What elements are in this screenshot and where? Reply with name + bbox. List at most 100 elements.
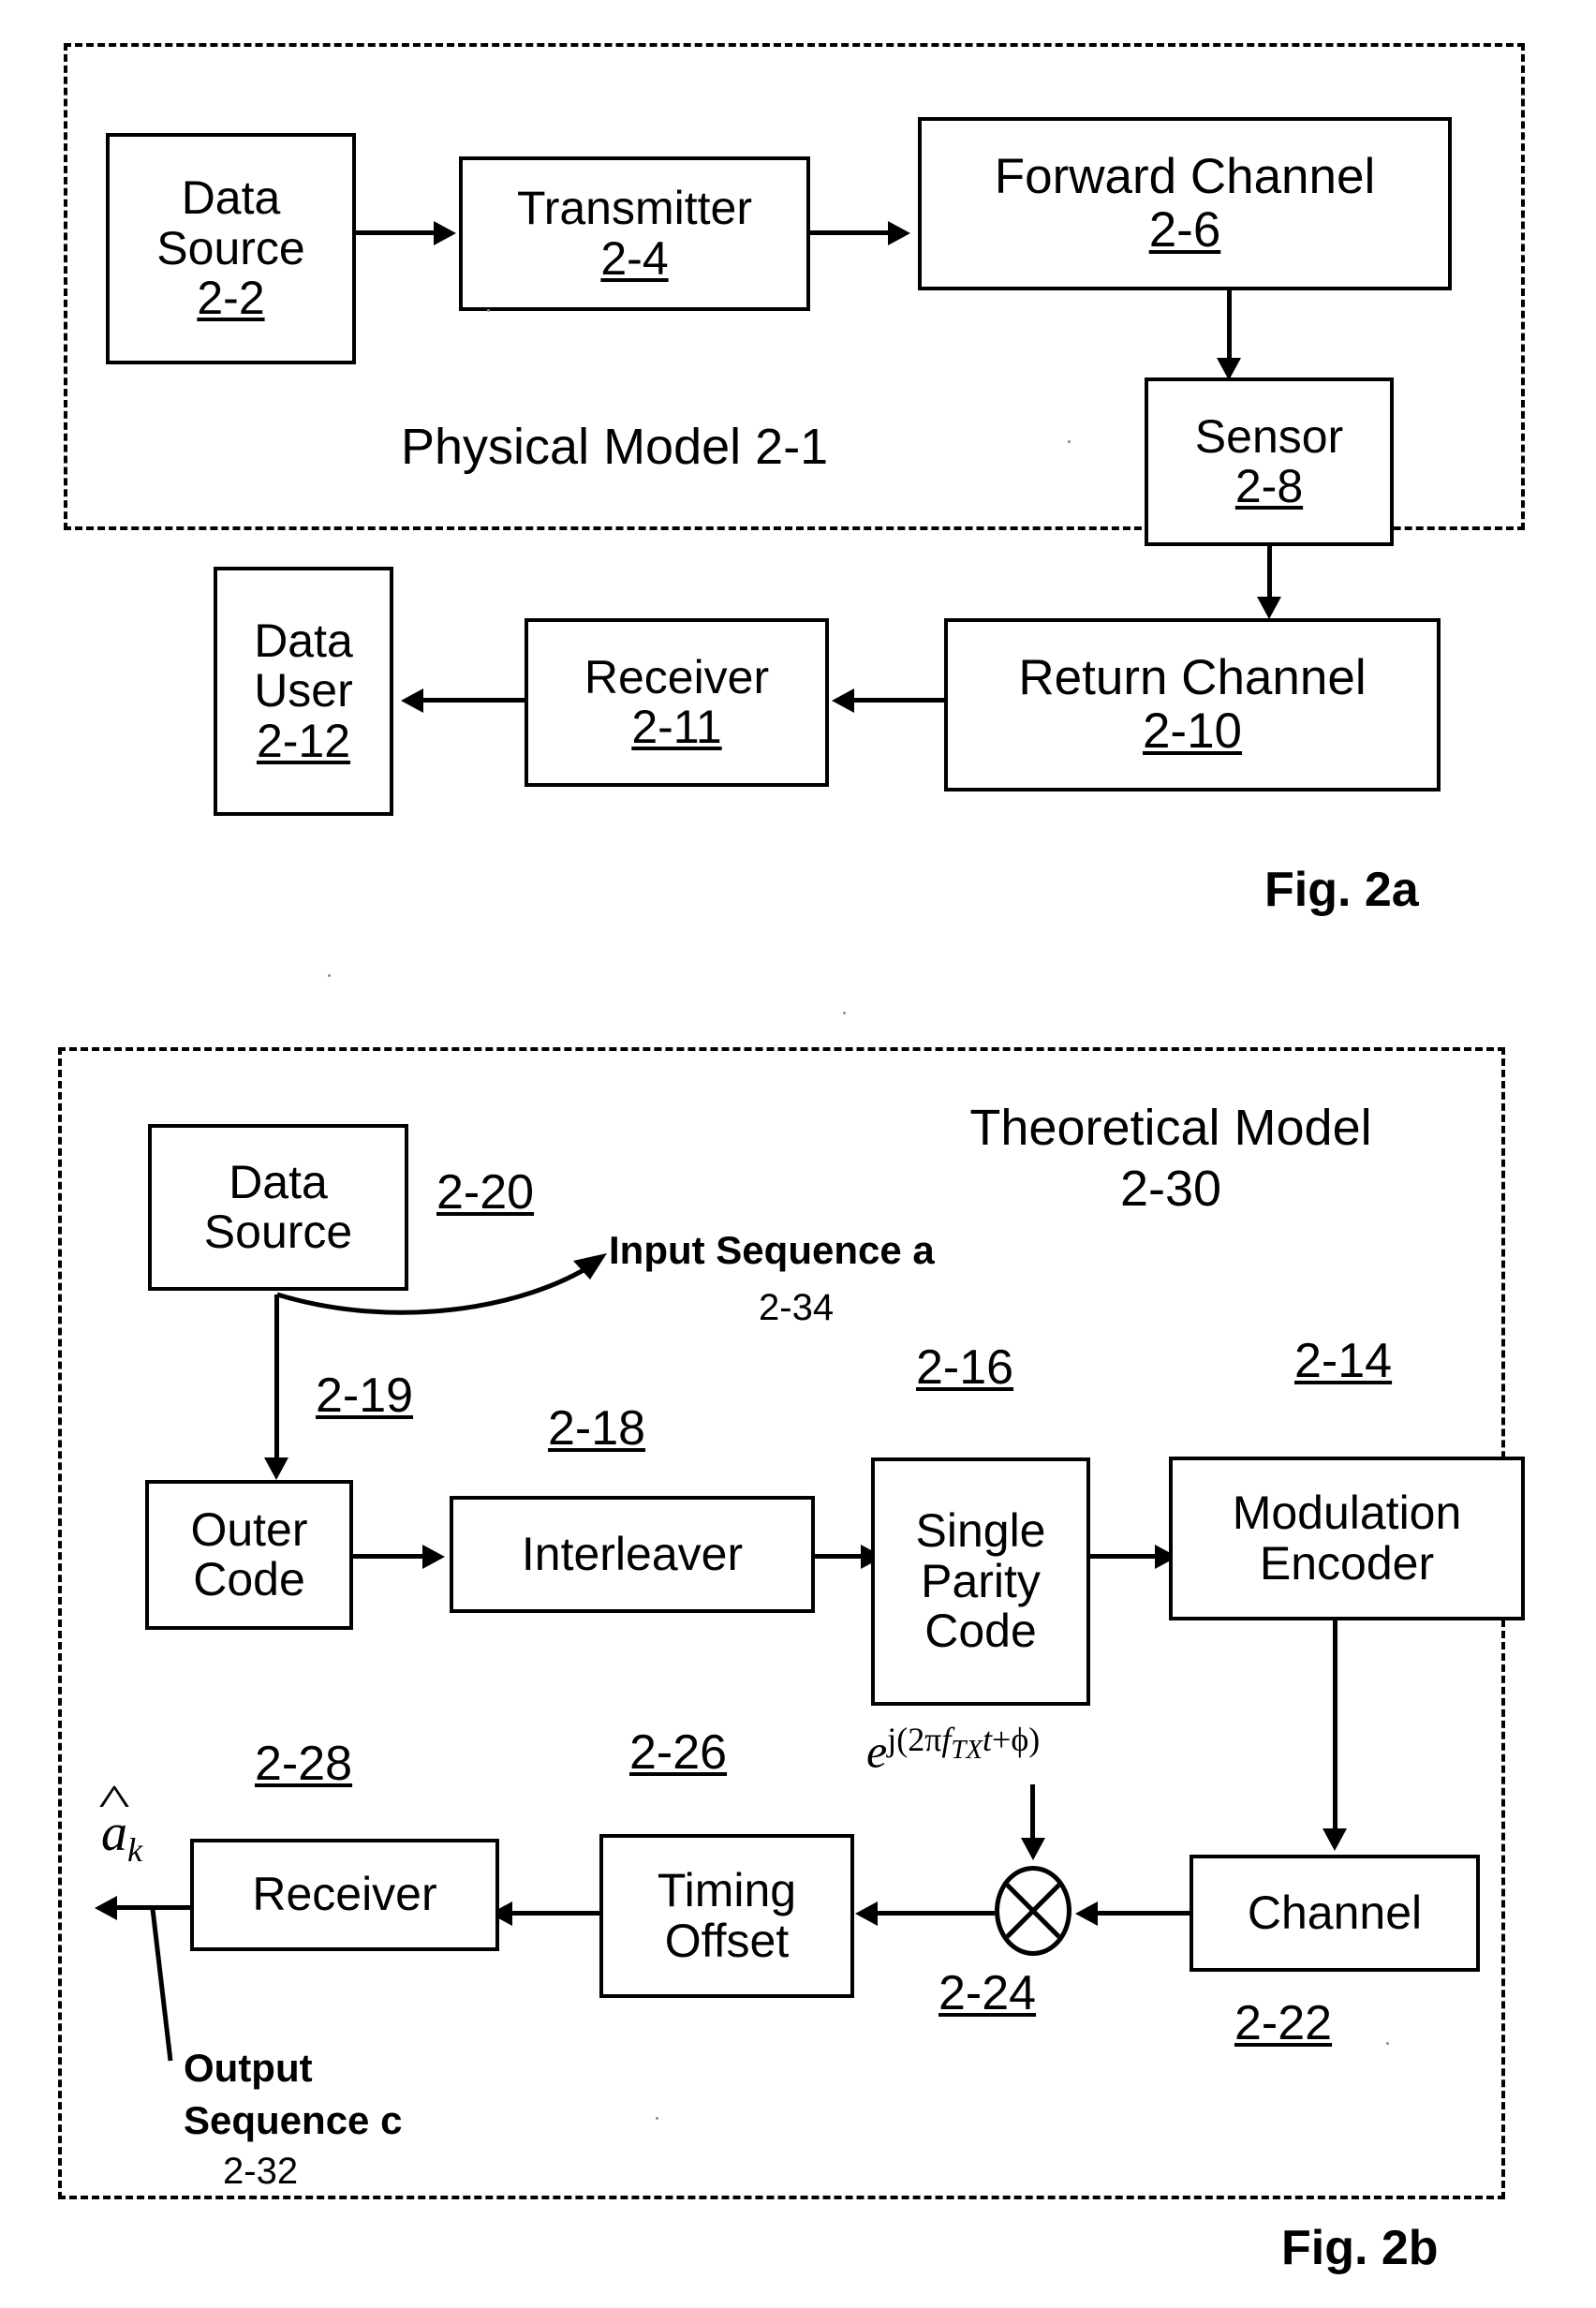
block-channel[interactable]: Channel <box>1190 1855 1480 1972</box>
block-title-line1: Return Channel <box>1018 649 1367 705</box>
scan-speckle <box>487 309 490 312</box>
estimate-symbol-base: a <box>101 1803 127 1863</box>
block-title-line1: Interleaver <box>521 1527 744 1580</box>
arrow-channel-to-multiplier-head <box>1075 1901 1098 1926</box>
estimate-symbol-label: ak <box>101 1803 142 1870</box>
output-sequence-line2: Sequence c <box>184 2098 403 2143</box>
carrier-exp-t: t <box>983 1721 993 1758</box>
theoretical-model-label-ref: 2-30 <box>1119 1161 1222 1218</box>
arrow-outercode-to-interleaver-head <box>422 1545 445 1569</box>
block-receiver-2a[interactable]: Receiver 2-11 <box>525 618 829 787</box>
block-modulation-encoder[interactable]: Modulation Encoder <box>1169 1457 1525 1620</box>
scan-speckle <box>656 2117 658 2120</box>
arrow-receiver-to-datauser-head <box>401 688 423 713</box>
physical-model-label-text: Physical Model <box>401 419 742 475</box>
arrow-multiplier-to-timing-head <box>855 1901 878 1926</box>
arrow-outercode-to-interleaver-line <box>353 1554 424 1559</box>
block-ref: 2-4 <box>600 231 669 285</box>
arrow-sensor-to-return-line <box>1267 546 1272 604</box>
block-transmitter-2a[interactable]: Transmitter 2-4 <box>459 156 810 311</box>
arrow-interleaver-to-spc-line <box>815 1554 864 1559</box>
arrow-channel-to-multiplier-line <box>1086 1911 1190 1916</box>
ref-2-20: 2-20 <box>436 1165 535 1220</box>
carrier-exp-close: ) <box>1028 1721 1041 1758</box>
arrow-return-to-receiver-head <box>832 688 854 713</box>
arrow-datasource-to-transmitter-head <box>434 221 456 245</box>
arrow-forward-to-sensor-line <box>1227 290 1232 365</box>
block-title-line1: Data <box>254 614 353 667</box>
block-return-channel-2a[interactable]: Return Channel 2-10 <box>944 618 1441 792</box>
carrier-exp-pi: π <box>924 1721 942 1758</box>
scan-speckle <box>328 974 331 977</box>
block-title-line1: Data <box>229 1155 328 1208</box>
scan-speckle <box>1068 440 1071 443</box>
scan-speckle <box>1386 2042 1389 2045</box>
block-data-user-2a[interactable]: Data User 2-12 <box>214 567 393 816</box>
block-ref: 2-6 <box>1148 201 1221 258</box>
block-title-line1: Single <box>915 1504 1046 1558</box>
output-sequence-ref: 2-32 <box>223 2151 299 2192</box>
block-title-line1: Outer <box>190 1502 308 1556</box>
multiplier-node[interactable] <box>995 1866 1071 1956</box>
block-title-line1: Sensor <box>1194 409 1344 463</box>
block-title-line2: Encoder <box>1259 1536 1435 1590</box>
ref-2-28: 2-28 <box>255 1737 353 1791</box>
figure-2b-caption: Fig. 2b <box>1281 2221 1439 2275</box>
block-title-line1: Receiver <box>252 1868 437 1921</box>
block-data-source-2b[interactable]: Data Source <box>148 1124 408 1291</box>
carrier-exp-phi: ϕ <box>1011 1721 1029 1758</box>
arrow-receiver-output-head <box>95 1896 117 1920</box>
block-title-line3: Code <box>924 1605 1037 1658</box>
block-ref: 2-12 <box>256 714 351 767</box>
arrow-return-to-receiver-line <box>843 698 944 703</box>
ref-2-26: 2-26 <box>629 1725 728 1780</box>
arrow-carrier-to-multiplier-head <box>1021 1838 1045 1860</box>
block-title-line2: Offset <box>664 1914 790 1967</box>
block-sensor-2a[interactable]: Sensor 2-8 <box>1145 377 1394 546</box>
block-title-line1: Transmitter <box>517 182 752 234</box>
block-title-line2: Source <box>203 1206 353 1258</box>
arrow-carrier-to-multiplier-line <box>1030 1784 1035 1845</box>
carrier-exp-f: f <box>941 1721 952 1758</box>
arrow-datasource-to-outercode-line <box>274 1295 279 1468</box>
block-title-line2: Parity <box>921 1554 1041 1607</box>
block-data-source-2a[interactable]: Data Source 2-2 <box>106 133 356 364</box>
arrow-modulation-to-channel-line <box>1333 1620 1337 1836</box>
block-interleaver[interactable]: Interleaver <box>450 1496 815 1613</box>
block-timing-offset[interactable]: Timing Offset <box>599 1834 854 1998</box>
ref-2-19: 2-19 <box>316 1369 414 1423</box>
carrier-exp-plus: + <box>992 1721 1012 1758</box>
block-receiver-2b[interactable]: Receiver <box>190 1839 499 1951</box>
arrow-receiver-to-datauser-line <box>412 698 525 703</box>
ref-2-18: 2-18 <box>548 1401 646 1456</box>
block-title-line1: Data <box>181 171 281 225</box>
block-title-line1: Forward Channel <box>994 148 1376 204</box>
block-title-line2: Code <box>193 1553 305 1605</box>
physical-model-label: Physical Model 2-1 <box>401 419 828 475</box>
carrier-exp-fsub: TX <box>951 1735 983 1766</box>
input-sequence-ref: 2-34 <box>759 1287 835 1328</box>
arrow-receiver-output-line <box>106 1905 190 1910</box>
arrow-modulation-to-channel-head <box>1323 1828 1347 1851</box>
output-sequence-line1: Output <box>184 2046 313 2090</box>
arrow-multiplier-to-timing-line <box>866 1911 995 1916</box>
block-single-parity-code[interactable]: Single Parity Code <box>871 1457 1090 1706</box>
block-title-line2: User <box>254 664 353 718</box>
carrier-base: e <box>866 1724 888 1778</box>
carrier-exp-open: j(2 <box>887 1721 925 1758</box>
theoretical-model-label-text: Theoretical Model <box>969 1100 1372 1156</box>
block-title-line1: Modulation <box>1232 1487 1462 1539</box>
ref-2-24: 2-24 <box>938 1966 1037 2020</box>
arrow-transmitter-to-forward-line <box>810 230 890 235</box>
output-sequence-label: Output Sequence c <box>184 2046 403 2143</box>
block-outer-code[interactable]: Outer Code <box>145 1480 353 1630</box>
block-ref: 2-8 <box>1234 460 1304 512</box>
input-sequence-text: Input Sequence a <box>609 1228 935 1272</box>
block-forward-channel-2a[interactable]: Forward Channel 2-6 <box>918 117 1452 290</box>
ref-2-22: 2-22 <box>1234 1996 1333 2050</box>
input-sequence-label: Input Sequence a <box>609 1228 935 1272</box>
block-title-line1: Channel <box>1247 1886 1423 1939</box>
block-title-line1: Receiver <box>584 650 770 703</box>
ref-2-16: 2-16 <box>916 1340 1014 1395</box>
block-ref: 2-11 <box>631 701 722 753</box>
